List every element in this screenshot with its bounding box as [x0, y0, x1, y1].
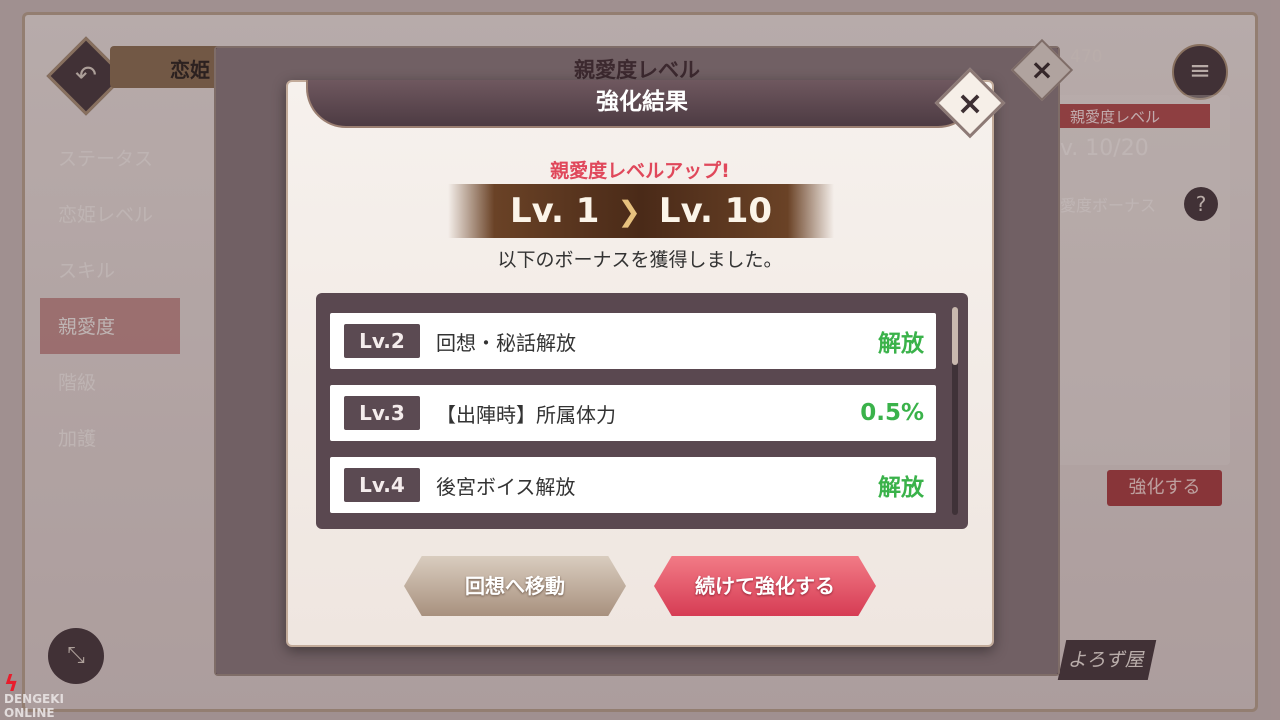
- scrollbar-thumb[interactable]: [952, 307, 958, 365]
- bonus-value: 0.5%: [860, 400, 924, 426]
- bonus-list[interactable]: Lv.2 回想・秘話解放 解放 Lv.3 【出陣時】所属体力 0.5% Lv.4…: [316, 293, 968, 529]
- lightning-icon: ϟ: [4, 672, 19, 697]
- bonus-name: 後宮ボイス解放: [436, 474, 576, 499]
- bonus-name: 回想・秘話解放: [436, 330, 576, 355]
- continue-enhance-button[interactable]: 続けて強化する: [654, 556, 876, 616]
- level-from: Lv. 1: [509, 191, 600, 231]
- level-to: Lv. 10: [658, 191, 773, 231]
- list-item: Lv.2 回想・秘話解放 解放: [330, 313, 936, 369]
- obtained-message: 以下のボーナスを獲得しました。: [497, 249, 783, 271]
- go-to-recall-button[interactable]: 回想へ移動: [404, 556, 626, 616]
- modal-title: 強化結果: [306, 80, 978, 128]
- close-icon: ×: [956, 84, 984, 122]
- bonus-level-badge: Lv.3: [344, 396, 420, 430]
- list-item: Lv.3 【出陣時】所属体力 0.5%: [330, 385, 936, 441]
- bonus-name: 【出陣時】所属体力: [436, 402, 616, 427]
- list-item: Lv.4 後宮ボイス解放 解放: [330, 457, 936, 513]
- bonus-level-badge: Lv.4: [344, 468, 420, 502]
- arrow-right-icon: ❯: [617, 194, 641, 228]
- bonus-level-badge: Lv.2: [344, 324, 420, 358]
- levelup-message: 親愛度レベルアップ!: [550, 160, 730, 182]
- level-banner: Lv. 1 ❯ Lv. 10: [448, 184, 834, 238]
- enhance-result-modal: 強化結果 親愛度レベルアップ! Lv. 1 ❯ Lv. 10 以下のボーナスを獲…: [286, 80, 994, 647]
- bonus-value: 解放: [878, 331, 924, 357]
- bonus-value: 解放: [878, 475, 924, 501]
- watermark-logo: ϟ DENGEKI ONLINE: [4, 672, 65, 720]
- scrollbar[interactable]: [952, 307, 958, 515]
